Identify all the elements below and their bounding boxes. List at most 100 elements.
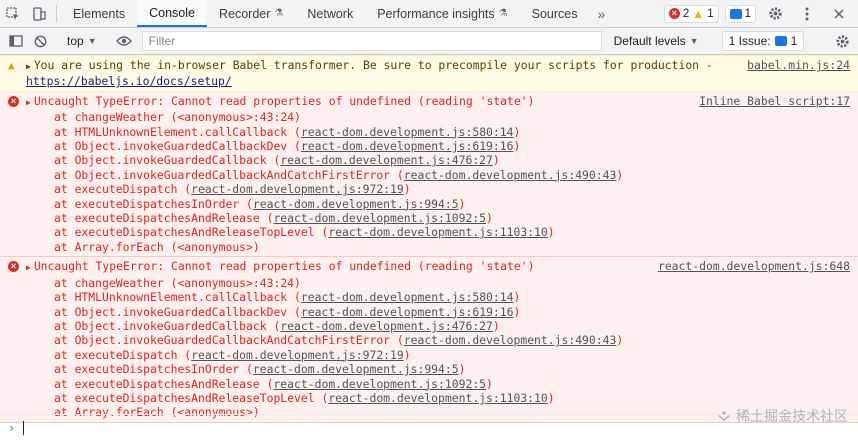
frame-location-link[interactable]: react-dom.development.js:619:16 [301, 305, 514, 319]
expand-triangle-icon[interactable]: ▶ [26, 98, 31, 107]
levels-label: Default levels [613, 34, 686, 48]
frame-location-link[interactable]: react-dom.development.js:1092:5 [273, 211, 486, 225]
frame-close-paren: ) [492, 318, 500, 333]
tab-performance-insights[interactable]: Performance insights ⚗ [365, 0, 519, 27]
frame-location-link[interactable]: react-dom.development.js:1092:5 [273, 377, 486, 391]
frame-function: at Object.invokeGuardedCallback ( [54, 318, 281, 333]
frame-location-link[interactable]: react-dom.development.js:580:14 [301, 290, 514, 304]
error-icon: × [668, 8, 680, 19]
kebab-menu-icon[interactable] [794, 7, 820, 21]
frame-function: at HTMLUnknownElement.callCallback ( [54, 290, 301, 305]
frame-close-paren: ) [294, 110, 301, 125]
frame-close-paren: ) [403, 182, 411, 197]
sidebar-toggle-icon[interactable] [4, 30, 28, 52]
stack-frame: at executeDispatch (react-dom.developmen… [26, 348, 850, 362]
divider [56, 5, 57, 22]
tab-network[interactable]: Network [295, 0, 365, 27]
settings-gear-icon[interactable] [762, 6, 788, 21]
babel-setup-link[interactable]: https://babeljs.io/docs/setup/ [26, 74, 232, 88]
warning-count: 1 [707, 7, 714, 20]
tab-label: Recorder [218, 6, 271, 21]
stack-frame: at Array.forEach (<anonymous>) [26, 240, 850, 254]
watermark: 稀土掘金技术社区 [716, 406, 848, 426]
expand-triangle-icon[interactable]: ▶ [26, 263, 31, 272]
frame-close-paren: ) [616, 333, 624, 348]
live-expression-eye-icon[interactable] [112, 30, 136, 52]
frame-close-paren: ) [616, 167, 624, 182]
stack-frame: at executeDispatchesAndRelease (react-do… [26, 211, 850, 225]
tab-sources[interactable]: Sources [520, 0, 590, 27]
juejin-logo-icon [718, 410, 730, 421]
stack-frame: at executeDispatchesAndRelease (react-do… [26, 377, 850, 391]
filter-input[interactable]: Filter [141, 31, 602, 51]
tab-recorder[interactable]: Recorder ⚗ [207, 0, 295, 27]
error-text: Uncaught TypeError: Cannot read properti… [33, 93, 535, 108]
stack-trace: at changeWeather (<anonymous>:43:24) at H… [26, 276, 850, 420]
console-messages: ▲ ▶ You are using the in-browser Babel tr… [0, 55, 858, 423]
frame-location-link[interactable]: react-dom.development.js:972:19 [191, 348, 404, 362]
frame-location-link[interactable]: react-dom.development.js:619:16 [301, 139, 514, 153]
counters: × 2 ▲ 1 1 [663, 0, 858, 27]
frame-function: at executeDispatch ( [54, 182, 192, 197]
more-tabs-button[interactable]: » [589, 0, 613, 27]
issues-button[interactable]: 1 Issue: 1 [721, 31, 805, 51]
stack-frame: at Object.invokeGuardedCallbackAndCatchF… [26, 168, 850, 182]
stack-frame: at executeDispatch (react-dom.developmen… [26, 182, 850, 196]
stack-frame: at changeWeather (<anonymous>:43:24) [26, 110, 850, 124]
frame-function: at changeWeather ( [54, 110, 178, 125]
tab-label: Console [149, 5, 195, 20]
tab-elements[interactable]: Elements [61, 0, 137, 27]
frame-location-link[interactable]: react-dom.development.js:1103:10 [328, 225, 547, 239]
frame-location-link[interactable]: react-dom.development.js:1103:10 [328, 391, 547, 405]
clear-console-icon[interactable] [28, 30, 52, 52]
tab-label: Performance insights [377, 6, 495, 21]
issues-count: 1 [790, 34, 798, 48]
devtools-tabbar: Elements Console Recorder ⚗ Network Performan… [0, 0, 858, 28]
frame-location-link[interactable]: react-dom.development.js:476:27 [280, 319, 493, 333]
frame-location-link: <anonymous>:43:24 [177, 110, 295, 125]
message-counter[interactable]: 1 [724, 4, 756, 23]
frame-function: at Object.invokeGuardedCallback ( [54, 153, 281, 168]
frame-location-link[interactable]: react-dom.development.js:490:43 [404, 168, 617, 182]
error-warning-counter[interactable]: × 2 ▲ 1 [663, 4, 719, 23]
stack-frame: at executeDispatchesAndReleaseTopLevel (… [26, 391, 850, 405]
frame-function: at executeDispatchesAndRelease ( [54, 211, 274, 226]
frame-location-link[interactable]: react-dom.development.js:476:27 [280, 153, 493, 167]
frame-location-link[interactable]: react-dom.development.js:972:19 [191, 182, 404, 196]
frame-function: at executeDispatchesInOrder ( [54, 362, 253, 377]
stack-trace: at changeWeather (<anonymous>:43:24) at H… [26, 110, 850, 254]
chevron-down-icon: ▼ [689, 36, 699, 46]
tab-console[interactable]: Console [137, 0, 207, 27]
stack-frame: at executeDispatchesInOrder (react-dom.d… [26, 197, 850, 211]
frame-close-paren: ) [458, 196, 466, 211]
stack-frame: at Object.invokeGuardedCallbackAndCatchF… [26, 333, 850, 347]
frame-close-paren: ) [513, 124, 521, 139]
message-count: 1 [744, 7, 751, 20]
console-toolbar: top ▼ Filter Default levels ▼ 1 Issue: 1 [0, 28, 858, 55]
frame-close-paren: ) [513, 290, 521, 305]
console-settings-gear-icon[interactable] [830, 30, 854, 52]
expand-triangle-icon[interactable]: ▶ [26, 62, 31, 71]
frame-close-paren: ) [513, 304, 521, 319]
frame-location-link[interactable]: react-dom.development.js:994:5 [253, 197, 459, 211]
frame-location-link[interactable]: react-dom.development.js:580:14 [301, 125, 514, 139]
context-selector[interactable]: top ▼ [61, 34, 103, 48]
device-toolbar-icon[interactable] [26, 0, 52, 27]
frame-function: at Object.invokeGuardedCallbackAndCatchF… [54, 167, 404, 182]
message-source-link[interactable]: babel.min.js:24 [747, 58, 850, 89]
stack-frame: at executeDispatchesInOrder (react-dom.d… [26, 362, 850, 376]
stack-frame: at Object.invokeGuardedCallback (react-d… [26, 319, 850, 333]
inspect-element-icon[interactable] [0, 0, 26, 27]
frame-location-link[interactable]: react-dom.development.js:994:5 [253, 362, 459, 376]
message-source-link[interactable]: react-dom.development.js:648 [658, 259, 850, 275]
stack-frame: at Object.invokeGuardedCallbackDev (reac… [26, 305, 850, 319]
frame-location-link[interactable]: react-dom.development.js:490:43 [404, 333, 617, 347]
tab-list: Elements Console Recorder ⚗ Network Performan… [61, 0, 589, 27]
log-levels-dropdown[interactable]: Default levels ▼ [610, 34, 703, 48]
stack-frame: at executeDispatchesAndReleaseTopLevel (… [26, 225, 850, 239]
issue-icon [774, 36, 787, 46]
tab-label: Elements [73, 6, 126, 21]
close-devtools-icon[interactable] [826, 8, 852, 19]
message-source-link[interactable]: Inline Babel script:17 [699, 94, 850, 110]
frame-function: at executeDispatch ( [54, 347, 192, 362]
